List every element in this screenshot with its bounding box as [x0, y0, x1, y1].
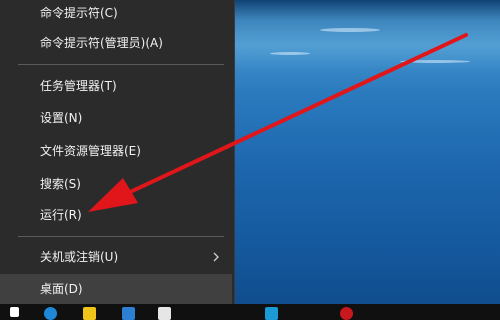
water-sparkle [270, 52, 310, 55]
water-sparkle [320, 28, 380, 32]
menu-item-desktop[interactable]: 桌面(D) [0, 274, 232, 304]
menu-item-task-manager[interactable]: 任务管理器(T) [0, 71, 232, 101]
edge-icon[interactable] [44, 307, 57, 320]
mail-icon[interactable] [158, 307, 171, 320]
menu-item-command-prompt[interactable]: 命令提示符(C) [0, 0, 232, 28]
menu-item-shutdown-signout[interactable]: 关机或注销(U) [0, 242, 232, 272]
taskbar [0, 304, 500, 320]
menu-item-label: 关机或注销(U) [40, 250, 119, 264]
menu-item-settings[interactable]: 设置(N) [0, 103, 232, 133]
red-app-icon[interactable] [340, 307, 353, 320]
file-explorer-icon[interactable] [83, 307, 96, 320]
menu-item-search[interactable]: 搜索(S) [0, 169, 232, 199]
store-icon[interactable] [122, 307, 135, 320]
menu-item-command-prompt-admin[interactable]: 命令提示符(管理员)(A) [0, 28, 232, 58]
menu-divider [18, 64, 224, 65]
chevron-right-icon [213, 252, 219, 262]
app-icon[interactable] [265, 307, 278, 320]
menu-item-file-explorer[interactable]: 文件资源管理器(E) [0, 136, 232, 166]
menu-item-run[interactable]: 运行(R) [0, 200, 232, 230]
water-sparkle [400, 60, 470, 63]
winx-context-menu: 命令提示符(C) 命令提示符(管理员)(A) 任务管理器(T) 设置(N) 文件… [0, 0, 235, 304]
start-icon[interactable] [10, 307, 19, 317]
menu-divider [18, 236, 224, 237]
